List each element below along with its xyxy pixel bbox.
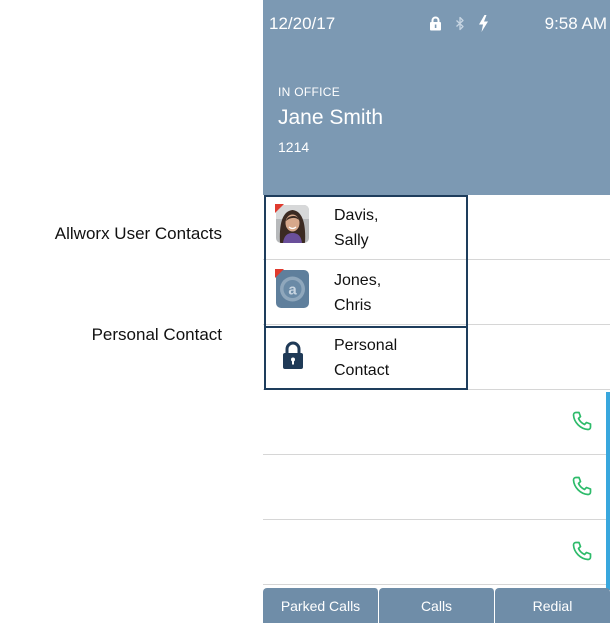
phone-call-icon[interactable] bbox=[572, 541, 592, 561]
contact-last-name: Davis, bbox=[334, 207, 379, 224]
contact-first-name: Chris bbox=[334, 297, 372, 314]
status-time: 9:58 AM bbox=[544, 14, 607, 33]
contact-line-1: Personal bbox=[334, 337, 398, 354]
bluetooth-icon bbox=[456, 16, 464, 30]
call-row[interactable] bbox=[263, 520, 610, 585]
scroll-indicator[interactable] bbox=[606, 392, 610, 590]
user-flag-icon bbox=[275, 269, 284, 278]
phone-call-icon[interactable] bbox=[572, 476, 592, 496]
callout-personal-contact: Personal Contact bbox=[91, 325, 222, 344]
user-flag-icon bbox=[275, 204, 284, 213]
contact-name: Personal Contact bbox=[334, 333, 397, 383]
call-row[interactable] bbox=[263, 455, 610, 520]
contact-first-name: Sally bbox=[334, 232, 369, 249]
call-row[interactable] bbox=[263, 390, 610, 455]
user-name: Jane Smith bbox=[278, 106, 384, 129]
phone-call-icon[interactable] bbox=[572, 411, 592, 431]
lock-icon bbox=[430, 16, 441, 30]
lightning-icon bbox=[479, 14, 488, 32]
contact-list: Davis, Sally a Jones, Chris Personal Con… bbox=[263, 195, 610, 585]
tab-calls[interactable]: Calls bbox=[379, 588, 495, 623]
contact-line-2: Contact bbox=[334, 362, 390, 379]
svg-text:a: a bbox=[288, 282, 297, 299]
tab-bar: Parked Calls Calls Redial bbox=[263, 588, 610, 623]
contact-last-name: Jones, bbox=[334, 272, 382, 289]
tab-redial[interactable]: Redial bbox=[495, 588, 610, 623]
callout-allworx-user-contacts: Allworx User Contacts bbox=[54, 224, 222, 243]
contact-row-personal[interactable]: Personal Contact bbox=[263, 325, 610, 390]
status-icons bbox=[429, 12, 489, 34]
lock-icon bbox=[281, 340, 305, 375]
user-extension: 1214 bbox=[278, 139, 310, 155]
phone-screen: 12/20/17 9:58 AM IN OFFICE Jane Smith 12… bbox=[263, 0, 610, 623]
contact-row-jones-chris[interactable]: a Jones, Chris bbox=[263, 260, 610, 325]
status-date: 12/20/17 bbox=[269, 14, 336, 33]
contact-name: Davis, Sally bbox=[334, 203, 378, 253]
presence-status[interactable]: IN OFFICE bbox=[278, 85, 340, 99]
contact-name: Jones, Chris bbox=[334, 268, 381, 318]
contact-row-davis-sally[interactable]: Davis, Sally bbox=[263, 195, 610, 260]
tab-parked-calls[interactable]: Parked Calls bbox=[263, 588, 379, 623]
status-bar: 12/20/17 9:58 AM bbox=[263, 0, 610, 49]
user-header: IN OFFICE Jane Smith 1214 bbox=[263, 49, 610, 195]
